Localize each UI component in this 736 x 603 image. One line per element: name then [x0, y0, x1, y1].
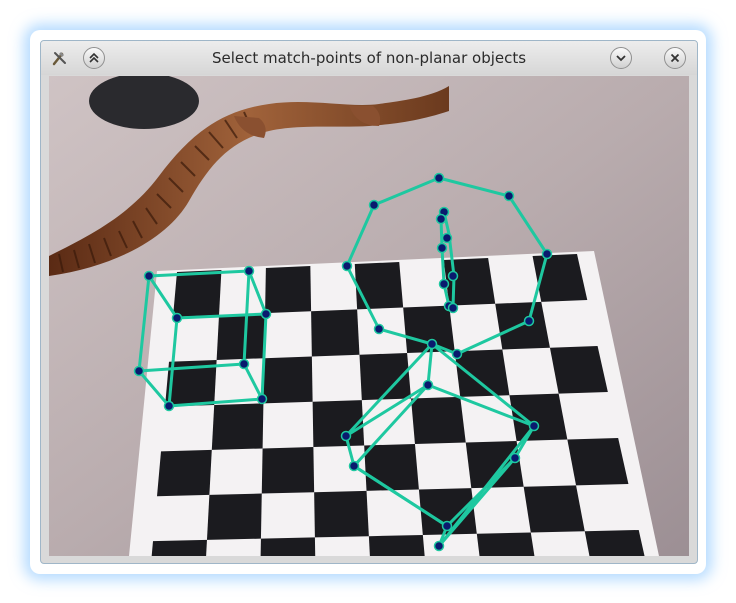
- camera-view[interactable]: [49, 76, 689, 556]
- checker-square: [584, 530, 645, 556]
- window-title: Select match-points of non-planar object…: [211, 49, 527, 67]
- match-point[interactable]: [348, 460, 360, 472]
- match-point[interactable]: [523, 315, 535, 327]
- checker-square: [509, 393, 568, 441]
- match-point[interactable]: [243, 265, 255, 277]
- match-point[interactable]: [341, 260, 353, 272]
- match-point[interactable]: [503, 190, 515, 202]
- chevron-down-icon: [616, 55, 626, 62]
- match-point[interactable]: [509, 452, 521, 464]
- checker-square: [260, 537, 316, 556]
- checker-square: [314, 490, 369, 538]
- match-point[interactable]: [447, 302, 459, 314]
- match-point[interactable]: [256, 393, 268, 405]
- checker-square: [216, 313, 266, 360]
- checker-square: [495, 301, 550, 350]
- match-point[interactable]: [373, 323, 385, 335]
- app-window: Select match-points of non-planar object…: [40, 40, 698, 564]
- match-point[interactable]: [171, 312, 183, 324]
- match-point[interactable]: [441, 232, 453, 244]
- match-point[interactable]: [368, 199, 380, 211]
- checker-square: [211, 403, 264, 450]
- checker-square: [476, 532, 535, 556]
- checker-square: [354, 262, 404, 310]
- checker-square: [523, 485, 585, 533]
- match-point[interactable]: [447, 270, 459, 282]
- checker-square: [364, 443, 419, 491]
- match-point[interactable]: [451, 348, 463, 360]
- close-button[interactable]: [664, 47, 686, 69]
- checker-square: [567, 438, 629, 486]
- match-point[interactable]: [438, 278, 450, 290]
- checker-square: [157, 449, 212, 497]
- match-point[interactable]: [340, 430, 352, 442]
- match-point[interactable]: [422, 379, 434, 391]
- match-point[interactable]: [441, 520, 453, 532]
- match-point[interactable]: [163, 400, 175, 412]
- match-point[interactable]: [426, 338, 438, 350]
- match-point[interactable]: [143, 270, 155, 282]
- match-point[interactable]: [528, 420, 540, 432]
- checker-square: [265, 266, 312, 314]
- match-point[interactable]: [541, 248, 553, 260]
- checker-square: [311, 309, 360, 357]
- match-point[interactable]: [435, 213, 447, 225]
- match-point[interactable]: [260, 308, 272, 320]
- match-point[interactable]: [433, 540, 445, 552]
- match-point[interactable]: [238, 358, 250, 370]
- checker-square: [151, 539, 207, 556]
- match-point[interactable]: [133, 365, 145, 377]
- minimize-button[interactable]: [610, 47, 632, 69]
- title-bar[interactable]: Select match-points of non-planar object…: [41, 41, 697, 75]
- match-point[interactable]: [433, 172, 445, 184]
- camera-image[interactable]: [49, 76, 689, 556]
- checker-square: [261, 446, 315, 494]
- checker-square: [368, 534, 425, 556]
- match-point[interactable]: [436, 242, 448, 254]
- checker-square: [173, 270, 222, 317]
- checker-square: [411, 396, 466, 444]
- checker-square: [206, 493, 262, 540]
- close-x-icon: [670, 53, 680, 63]
- checker-square: [454, 349, 510, 397]
- checker-square: [263, 356, 313, 404]
